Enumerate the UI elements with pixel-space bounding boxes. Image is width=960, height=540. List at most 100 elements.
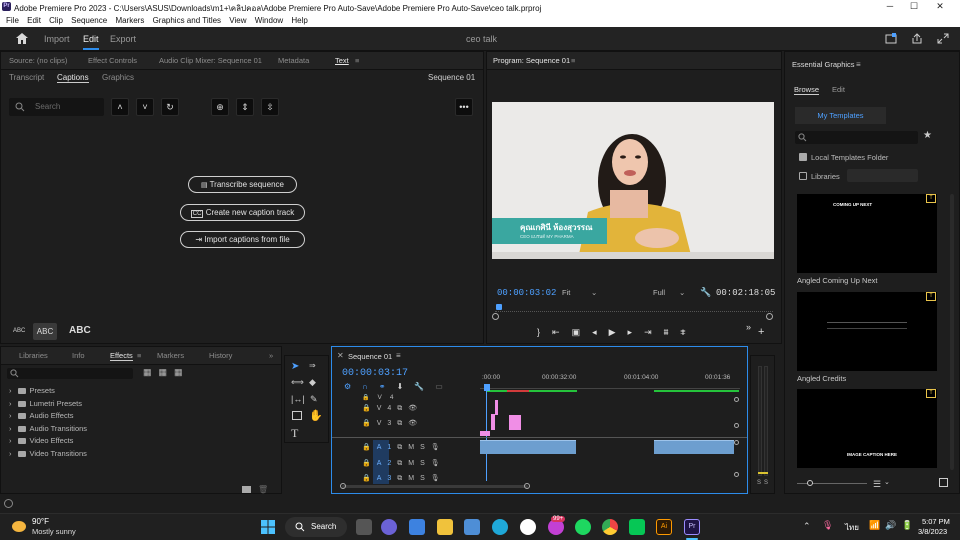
- clock-time[interactable]: 5:07 PM: [922, 517, 950, 526]
- go-to-out-icon[interactable]: ⇥: [644, 327, 664, 337]
- file-explorer-icon[interactable]: [437, 519, 453, 535]
- program-video-frame[interactable]: คุณเกศินี ห้องสุวรรณ CEO แบรนด์ MY PHARM…: [492, 102, 774, 259]
- text-size-medium[interactable]: ABC: [33, 323, 57, 340]
- text-size-large[interactable]: ABC: [69, 325, 91, 336]
- yuv-effects-icon[interactable]: ▦: [174, 367, 190, 377]
- sync-lock-icon[interactable]: ⧉: [397, 420, 408, 427]
- export-frame-icon[interactable]: ⩨: [680, 327, 697, 337]
- timeline-timecode[interactable]: 00:00:03:17: [342, 368, 408, 379]
- pen-tool-icon[interactable]: ✎: [310, 394, 318, 405]
- menu-graphics[interactable]: Graphics and Titles: [153, 16, 221, 25]
- close-sequence-icon[interactable]: ✕: [337, 351, 344, 360]
- tab-metadata[interactable]: Metadata: [278, 56, 309, 65]
- status-indicator-icon[interactable]: [4, 499, 13, 508]
- more-tabs-icon[interactable]: »: [269, 351, 273, 360]
- hand-tool-icon[interactable]: ✋: [309, 409, 323, 422]
- solo-right[interactable]: S: [764, 480, 768, 486]
- slip-tool-icon[interactable]: |↔|: [291, 394, 305, 404]
- add-marker-icon[interactable]: ⬇: [397, 382, 415, 391]
- input-language[interactable]: ไทย: [845, 521, 859, 534]
- maximize-button[interactable]: ☐: [904, 1, 924, 13]
- tab-eg-edit[interactable]: Edit: [832, 85, 845, 94]
- chrome-icon[interactable]: [602, 519, 618, 535]
- mic-icon[interactable]: 🎙: [822, 520, 833, 531]
- mic-icon[interactable]: 🎙: [431, 460, 446, 467]
- lift-icon[interactable]: ⩩: [664, 327, 681, 337]
- add-button-icon[interactable]: +: [758, 326, 764, 338]
- new-item-icon[interactable]: [939, 478, 948, 487]
- taskbar-search[interactable]: Search: [285, 517, 347, 537]
- program-scrub-bar[interactable]: [495, 308, 773, 312]
- step-back-icon[interactable]: ◂: [592, 327, 609, 337]
- track-select-tool-icon[interactable]: ⇒: [309, 361, 316, 370]
- edge-icon[interactable]: [492, 519, 508, 535]
- mic-icon[interactable]: 🎙: [431, 475, 446, 482]
- import-captions-button[interactable]: ⇥ Import captions from file: [180, 231, 305, 248]
- effects-folder-lumetri[interactable]: › Lumetri Presets: [9, 399, 82, 408]
- mute-button[interactable]: M: [408, 475, 420, 482]
- zoom-handle-right[interactable]: [524, 483, 530, 489]
- menu-view[interactable]: View: [229, 16, 246, 25]
- tab-source[interactable]: Source: (no clips): [9, 56, 67, 65]
- menu-edit[interactable]: Edit: [27, 16, 41, 25]
- video-clip[interactable]: [480, 431, 490, 436]
- clock-date[interactable]: 3/8/2023: [918, 527, 947, 536]
- tab-info[interactable]: Info: [72, 351, 85, 360]
- program-playhead[interactable]: [496, 304, 502, 310]
- panel-menu-icon[interactable]: ≡: [396, 351, 401, 360]
- timeline-ruler[interactable]: [480, 383, 740, 389]
- tab-browse[interactable]: Browse: [794, 85, 820, 95]
- template-search-input[interactable]: [795, 131, 918, 144]
- safe-margins-icon[interactable]: ▣: [572, 327, 593, 337]
- windows-start-icon[interactable]: [260, 519, 276, 535]
- type-tool-icon[interactable]: T: [291, 426, 298, 441]
- store-icon[interactable]: [464, 519, 480, 535]
- selection-tool-icon[interactable]: ➤: [291, 361, 299, 372]
- lock-icon[interactable]: 🔒: [362, 420, 377, 427]
- share-icon[interactable]: [911, 33, 923, 44]
- timeline-playhead[interactable]: [484, 384, 490, 391]
- text-size-small[interactable]: ABC: [13, 328, 25, 334]
- program-timecode[interactable]: 00:00:03:02: [497, 288, 556, 298]
- task-view-icon[interactable]: [356, 519, 372, 535]
- ripple-edit-tool-icon[interactable]: ⟺: [291, 377, 304, 388]
- eye-icon[interactable]: 👁: [408, 405, 423, 412]
- tab-effects[interactable]: Effects: [110, 351, 133, 361]
- tab-export[interactable]: Export: [110, 34, 136, 44]
- effects-folder-presets[interactable]: › Presets: [9, 386, 55, 395]
- line-icon[interactable]: [629, 519, 645, 535]
- subtab-graphics[interactable]: Graphics: [102, 73, 134, 82]
- minimize-button[interactable]: ─: [880, 1, 900, 13]
- sync-lock-icon[interactable]: ⧉: [397, 444, 408, 451]
- video-clip[interactable]: [509, 415, 521, 430]
- video-clip[interactable]: [495, 400, 498, 415]
- tab-libraries[interactable]: Libraries: [19, 351, 48, 360]
- rectangle-tool-icon[interactable]: [292, 411, 302, 420]
- merge-caption-icon[interactable]: ⇳: [261, 98, 279, 116]
- track-scroll-handle[interactable]: [734, 472, 739, 477]
- a2-label[interactable]: A2: [377, 460, 398, 467]
- zoom-handle-left[interactable]: [340, 483, 346, 489]
- menu-file[interactable]: File: [6, 16, 19, 25]
- template-scrollbar[interactable]: [950, 194, 954, 470]
- app-icon[interactable]: [520, 519, 536, 535]
- track-scroll-handle[interactable]: [734, 397, 739, 402]
- timeline-horizontal-scrollbar[interactable]: [342, 485, 528, 488]
- system-tray-icons[interactable]: 📶🔊🔋: [869, 520, 918, 531]
- panel-menu-icon[interactable]: ≡: [355, 56, 359, 65]
- more-options-icon[interactable]: •••: [455, 98, 473, 116]
- fullscreen-icon[interactable]: [937, 33, 949, 44]
- weather-temp[interactable]: 90°F: [32, 517, 49, 526]
- zoom-handle-right[interactable]: [766, 313, 773, 320]
- tab-markers[interactable]: Markers: [157, 351, 184, 360]
- a1-label[interactable]: A1: [377, 444, 398, 451]
- timeline-settings-icon[interactable]: 🔧: [414, 382, 435, 391]
- nest-icon[interactable]: ⚙: [344, 382, 362, 391]
- tab-program[interactable]: Program: Sequence 01: [493, 56, 570, 65]
- sync-lock-icon[interactable]: ⧉: [397, 405, 408, 412]
- close-button[interactable]: ✕: [930, 1, 950, 13]
- snap-icon[interactable]: ∩: [362, 382, 379, 391]
- sync-lock-icon[interactable]: ⧉: [397, 460, 408, 467]
- track-scroll-handle[interactable]: [734, 440, 739, 445]
- razor-tool-icon[interactable]: ◆: [309, 377, 316, 388]
